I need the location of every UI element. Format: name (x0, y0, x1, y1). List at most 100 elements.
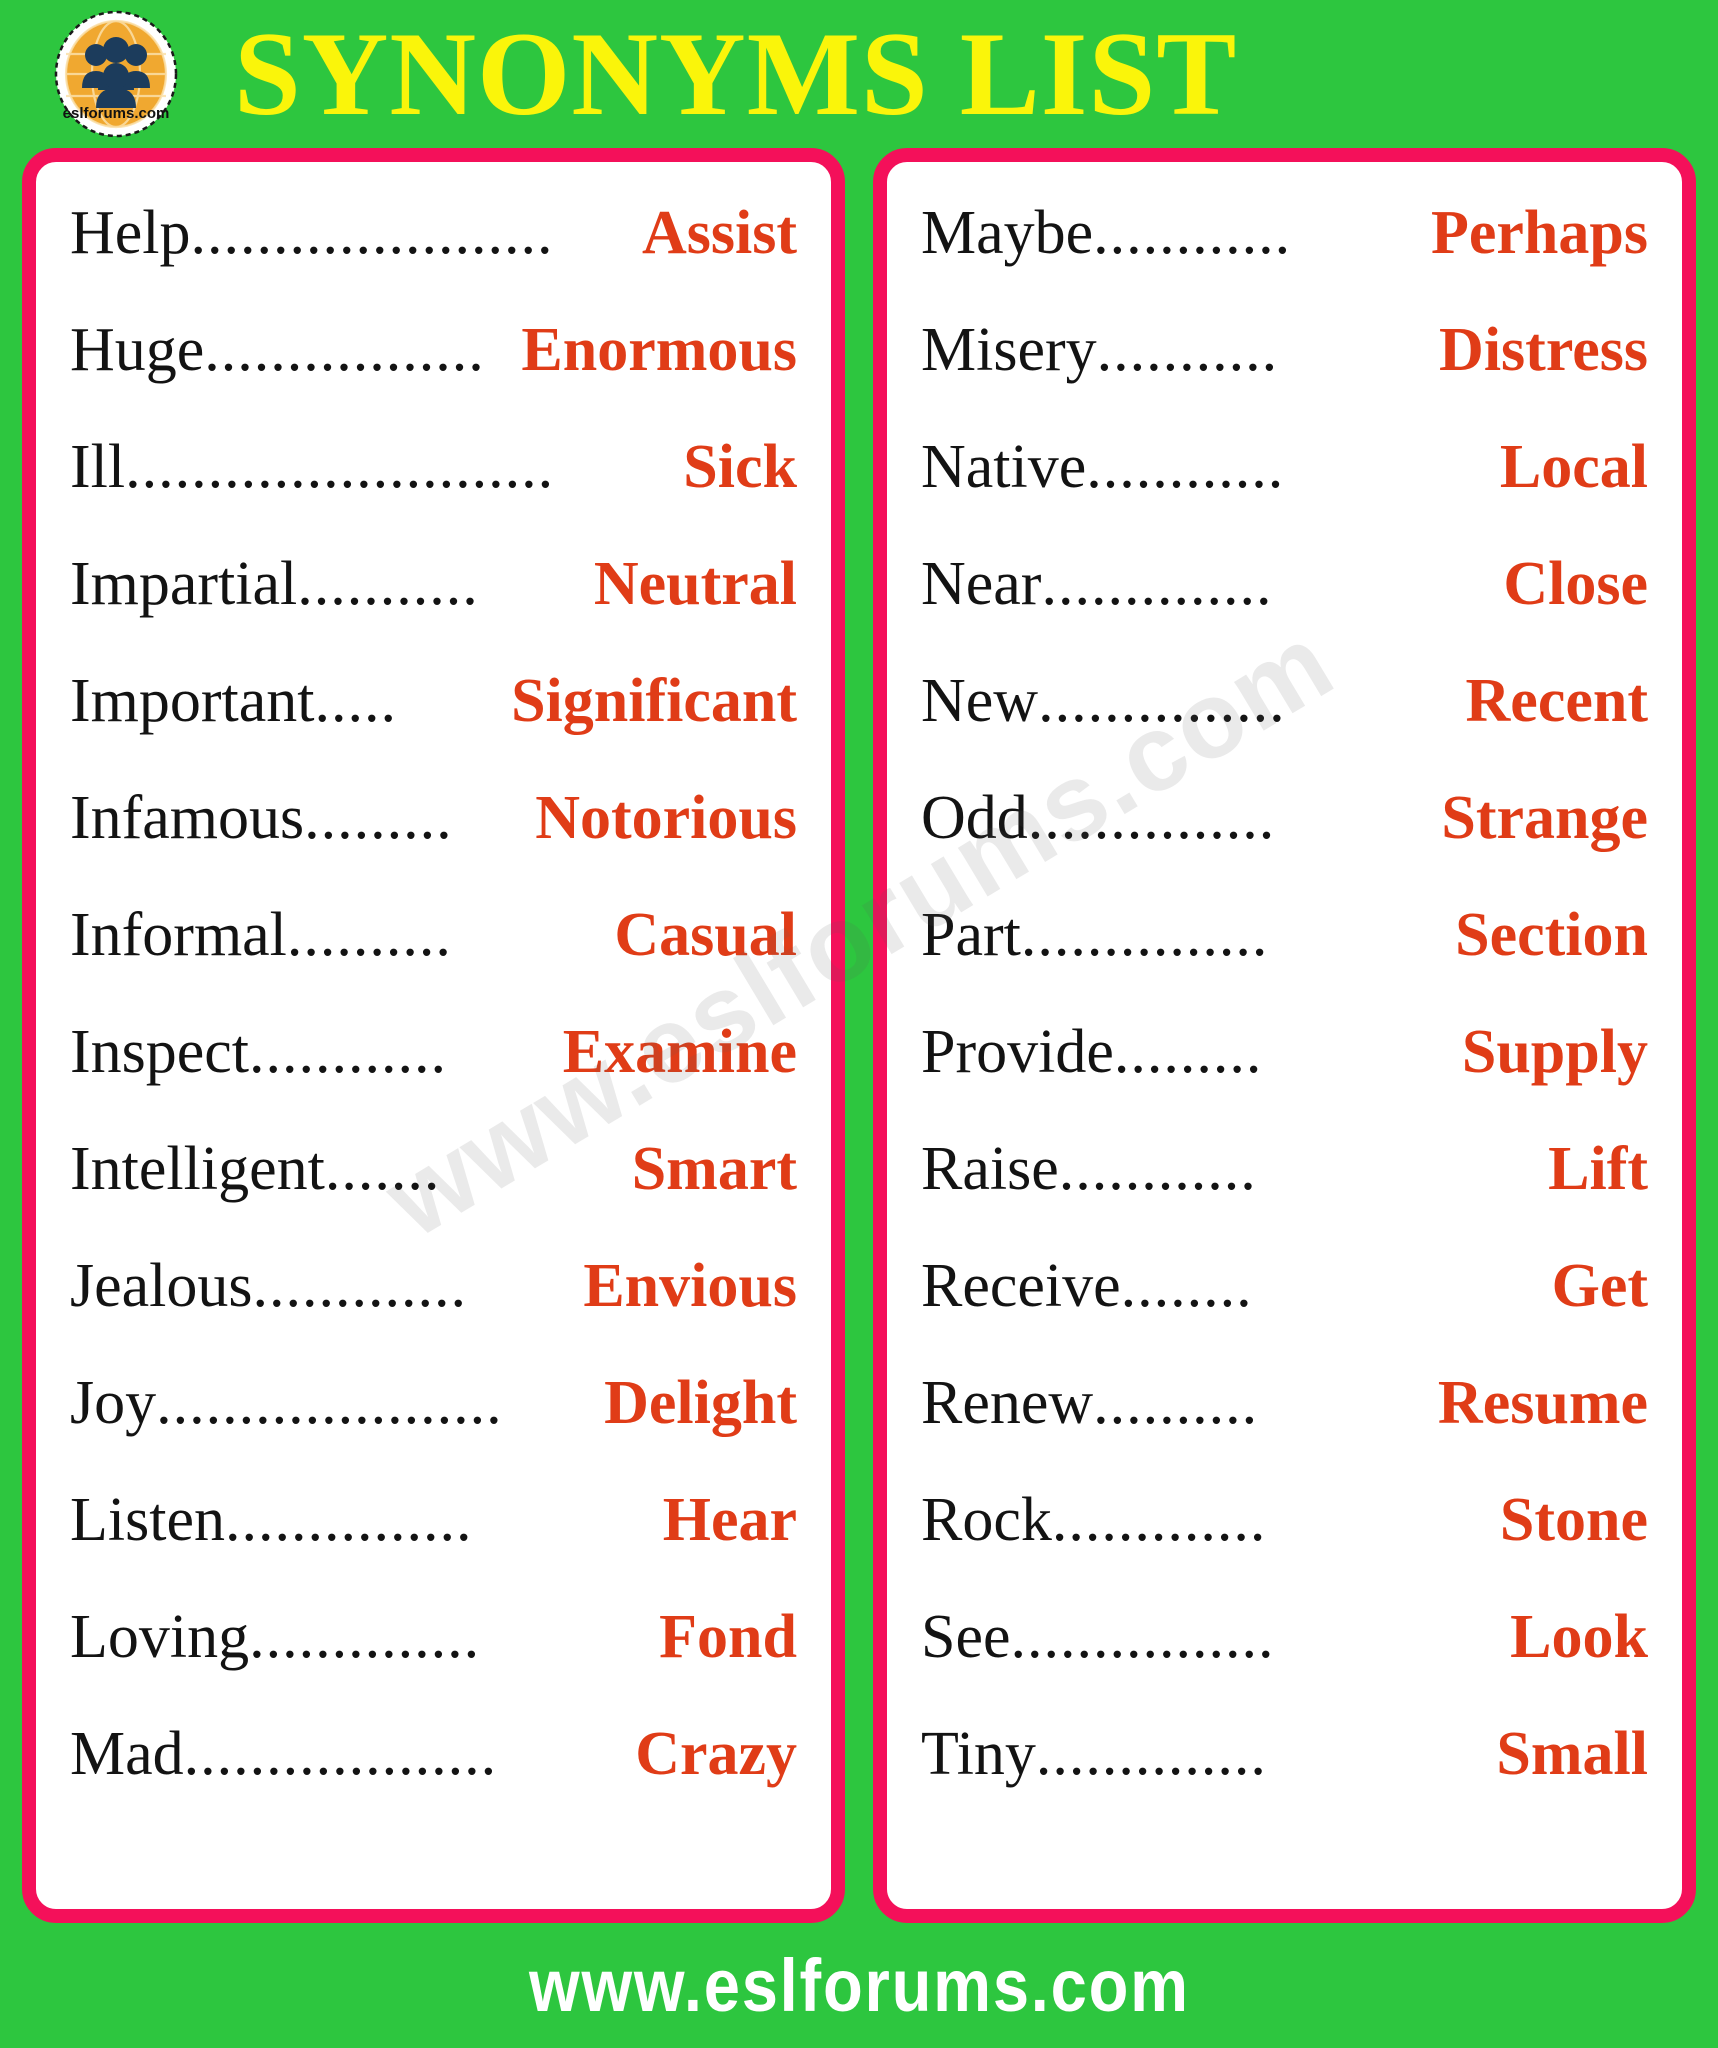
synonym-row: New............... Recent (921, 670, 1648, 787)
synonym-word: Sick (683, 436, 797, 501)
eslforums-logo: eslforums.com (52, 10, 180, 138)
synonym-row: Huge................. Enormous (70, 319, 797, 436)
source-word: Renew (921, 1372, 1094, 1437)
synonym-row: Receive........ Get (921, 1255, 1648, 1372)
dot-leader: ............... (224, 1489, 473, 1551)
source-word: Mad (70, 1723, 184, 1788)
synonym-row: Near.............. Close (921, 553, 1648, 670)
source-word: Misery (921, 319, 1097, 384)
synonym-row: Inspect............ Examine (70, 1021, 797, 1138)
dot-leader: ....... (324, 1138, 441, 1200)
synonym-row: Infamous......... Notorious (70, 787, 797, 904)
synonym-word: Casual (614, 904, 797, 969)
dot-leader: ...................... (190, 202, 554, 264)
source-word: Infamous (70, 787, 305, 852)
dot-leader: ............ (1058, 1138, 1257, 1200)
dot-leader: .............. (1041, 553, 1273, 615)
synonym-word: Envious (583, 1255, 797, 1320)
dot-leader: ............. (252, 1255, 468, 1317)
dot-leader: ................ (1010, 1606, 1275, 1668)
dot-leader: ................. (204, 319, 485, 381)
synonym-row: See................ Look (921, 1606, 1648, 1723)
dot-leader: .............. (249, 1606, 481, 1668)
synonym-row: Renew.......... Resume (921, 1372, 1648, 1489)
logo-text: eslforums.com (63, 105, 170, 122)
dot-leader: ............ (249, 1021, 448, 1083)
footer-website-url: www.eslforums.com (528, 1944, 1190, 2027)
source-word: Part (921, 904, 1021, 969)
synonym-word: Stone (1499, 1489, 1648, 1554)
synonym-row: Native............ Local (921, 436, 1648, 553)
dot-leader: ............. (1051, 1489, 1267, 1551)
source-word: New (921, 670, 1039, 735)
synonym-word: Section (1455, 904, 1648, 969)
dot-leader: .......... (286, 904, 452, 966)
synonym-word: Neutral (593, 553, 797, 618)
source-word: Important (70, 670, 315, 735)
synonym-card-right: Maybe............ Perhaps Misery..........… (873, 148, 1696, 1923)
synonym-card-left: Help...................... Assist Huge....… (22, 148, 845, 1923)
source-word: See (921, 1606, 1011, 1671)
dot-leader: .............. (1035, 1723, 1267, 1785)
synonym-row: Help...................... Assist (70, 202, 797, 319)
source-word: Receive (921, 1255, 1121, 1320)
synonym-word: Supply (1461, 1021, 1648, 1086)
dot-leader: ............ (1086, 436, 1285, 498)
synonym-word: Resume (1437, 1372, 1648, 1437)
dot-leader: ............... (1027, 787, 1276, 849)
source-word: Inspect (70, 1021, 250, 1086)
source-word: Help (70, 202, 191, 267)
dot-leader: ............ (1093, 202, 1292, 264)
dot-leader: .......................... (125, 436, 555, 498)
synonym-row: Maybe............ Perhaps (921, 202, 1648, 319)
poster-footer: www.eslforums.com (0, 1923, 1718, 2048)
synonym-row: Tiny.............. Small (921, 1723, 1648, 1840)
source-word: Rock (921, 1489, 1052, 1554)
synonym-word: Notorious (535, 787, 797, 852)
synonym-word: Assist (641, 202, 797, 267)
source-word: Joy (70, 1372, 157, 1437)
synonym-word: Lift (1548, 1138, 1648, 1203)
synonym-word: Get (1551, 1255, 1648, 1320)
synonym-row: Listen............... Hear (70, 1489, 797, 1606)
synonym-word: Distress (1439, 319, 1648, 384)
synonym-row: Loving.............. Fond (70, 1606, 797, 1723)
source-word: Listen (70, 1489, 225, 1554)
synonym-row: Misery........... Distress (921, 319, 1648, 436)
dot-leader: ........ (1120, 1255, 1253, 1317)
synonym-row: Impartial........... Neutral (70, 553, 797, 670)
synonym-word: Delight (604, 1372, 797, 1437)
synonym-row: Intelligent....... Smart (70, 1138, 797, 1255)
synonym-word: Recent (1465, 670, 1648, 735)
synonym-row: Part............... Section (921, 904, 1648, 1021)
synonym-row: Joy..................... Delight (70, 1372, 797, 1489)
synonym-word: Fond (659, 1606, 797, 1671)
source-word: Jealous (70, 1255, 253, 1320)
synonym-row: Rock............. Stone (921, 1489, 1648, 1606)
page-title: SYNONYMS LIST (234, 7, 1238, 140)
dot-leader: .......... (1093, 1372, 1259, 1434)
dot-leader: ........... (297, 553, 479, 615)
synonym-row: Raise............ Lift (921, 1138, 1648, 1255)
synonym-word: Smart (631, 1138, 797, 1203)
dot-leader: ................... (183, 1723, 498, 1785)
synonym-row: Odd............... Strange (921, 787, 1648, 904)
synonym-word: Strange (1441, 787, 1648, 852)
source-word: Tiny (921, 1723, 1036, 1788)
source-word: Informal (70, 904, 287, 969)
source-word: Raise (921, 1138, 1059, 1203)
synonym-word: Significant (511, 670, 797, 735)
synonyms-columns: Help...................... Assist Huge....… (0, 148, 1718, 1923)
synonym-word: Hear (662, 1489, 797, 1554)
source-word: Native (921, 436, 1087, 501)
synonym-row: Mad................... Crazy (70, 1723, 797, 1840)
synonym-word: Perhaps (1431, 202, 1648, 267)
synonym-word: Local (1499, 436, 1648, 501)
dot-leader: ..................... (156, 1372, 503, 1434)
dot-leader: ........... (1096, 319, 1279, 381)
synonym-row: Jealous............. Envious (70, 1255, 797, 1372)
source-word: Maybe (921, 202, 1094, 267)
people-globe-logo-icon: eslforums.com (54, 10, 178, 138)
synonym-row: Informal.......... Casual (70, 904, 797, 1021)
dot-leader: ..... (314, 670, 397, 732)
